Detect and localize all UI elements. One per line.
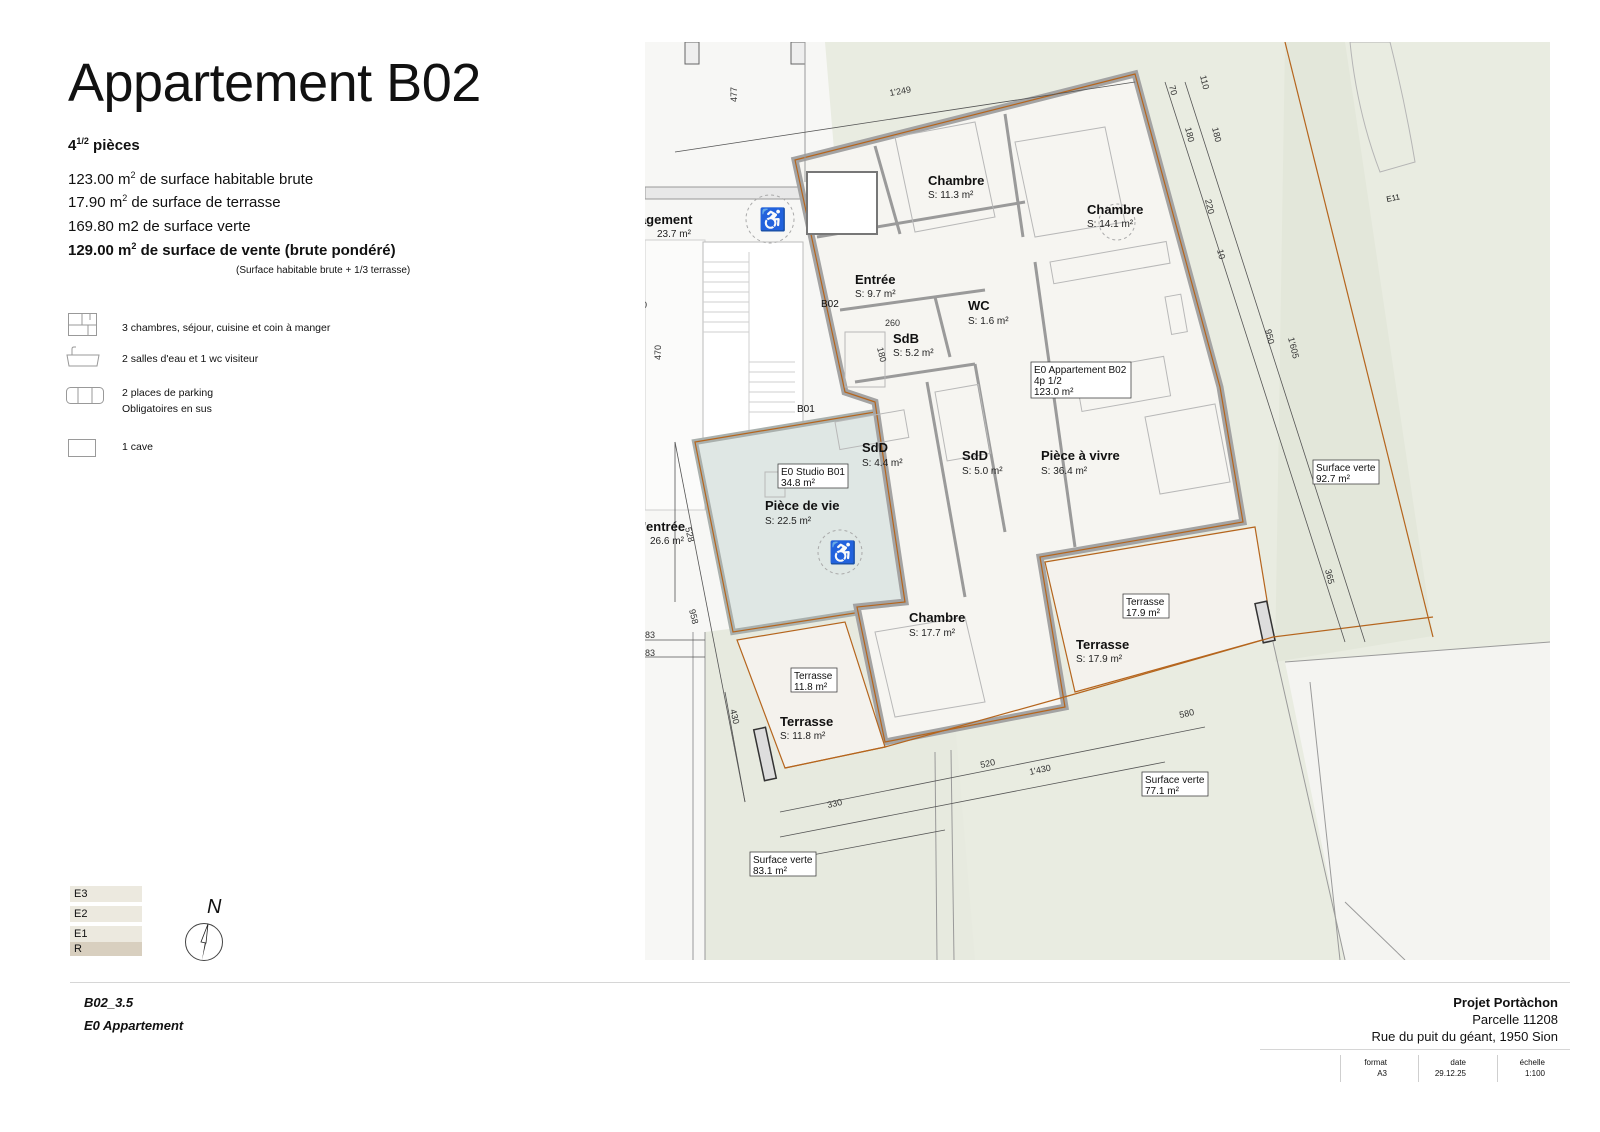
meta-date: date 29.12.25 — [1434, 1058, 1466, 1078]
room-area: S: 22.5 m² — [765, 516, 812, 527]
dimension-text: 260 — [885, 318, 900, 328]
tag-text: 11.8 m² — [794, 682, 828, 693]
room-area: S: 17.7 m² — [909, 628, 956, 639]
tag-text: 77.1 m² — [1145, 786, 1180, 797]
feature-parking: 2 places de parking Obligatoires en sus — [122, 385, 213, 417]
floor-plan: ♿ ♿ Chambre Chambre Entrée WC SdB SdD Sd… — [645, 42, 1550, 960]
floor-r: R — [70, 942, 142, 956]
meta-scale: échelle 1:100 — [1519, 1058, 1545, 1078]
tag-text: 34.8 m² — [781, 478, 816, 489]
cellar-icon — [68, 439, 96, 457]
room-name: Chambre — [909, 610, 965, 625]
floor-e3: E3 — [70, 886, 142, 902]
footer-divider — [70, 982, 1570, 983]
meta-format: format A3 — [1364, 1058, 1387, 1078]
parking-icon — [66, 387, 104, 404]
bathtub-icon — [66, 346, 100, 367]
dimension-text: 383 — [645, 648, 655, 658]
room-name: d'entrée — [645, 519, 685, 534]
room-name: Chambre — [928, 173, 984, 188]
wheelchair-icon: ♿ — [759, 207, 786, 232]
room-area: S: 11.8 m² — [780, 731, 826, 742]
tag-text: E0 Appartement B02 — [1034, 365, 1127, 376]
tag-text: Terrasse — [794, 671, 833, 682]
room-area: 26.6 m² — [650, 536, 685, 547]
room-area: S: 14.1 m² — [1087, 219, 1134, 230]
north-arrow-icon — [185, 923, 223, 961]
room-area: S: 5.0 m² — [962, 466, 1003, 477]
feature-rooms: 3 chambres, séjour, cuisine et coin à ma… — [122, 322, 331, 334]
feature-bathrooms: 2 salles d'eau et 1 wc visiteur — [122, 353, 259, 365]
area-note: (Surface habitable brute + 1/3 terrasse) — [236, 265, 411, 276]
room-name: SdD — [862, 440, 888, 455]
project-address: Rue du puit du géant, 1950 Sion — [1371, 1029, 1558, 1044]
tag-text: E0 Studio B01 — [781, 467, 845, 478]
floor-e1: E1 — [70, 926, 142, 942]
floor-e2: E2 — [70, 906, 142, 922]
room-name: SdB — [893, 331, 919, 346]
tag-text: 123.0 m² — [1034, 387, 1074, 398]
tag-text: Surface verte — [1316, 463, 1376, 474]
room-area: S: 1.6 m² — [968, 316, 1009, 327]
room-area: S: 36.4 m² — [1041, 466, 1088, 477]
drawing-code: B02_3.5 — [84, 995, 134, 1010]
room-name: Entrée — [855, 272, 895, 287]
dimension-text: 0 — [645, 300, 647, 310]
unit-label: B01 — [797, 404, 815, 415]
area-habitable: 123.00 m2 de surface habitable brute — [68, 170, 314, 188]
room-area: S: 17.9 m² — [1076, 654, 1123, 665]
room-area: 23.7 m² — [657, 229, 692, 240]
room-name: gagement — [645, 212, 693, 227]
feature-parking-line1: 2 places de parking — [122, 387, 214, 399]
project-name: Projet Portàchon — [1453, 995, 1558, 1010]
tag-text: 92.7 m² — [1316, 474, 1351, 485]
meta-divider — [1260, 1049, 1570, 1050]
room-area: S: 9.7 m² — [855, 289, 896, 300]
tag-text: Terrasse — [1126, 597, 1165, 608]
project-parcel: Parcelle 11208 — [1472, 1012, 1558, 1027]
tag-text: 17.9 m² — [1126, 608, 1161, 619]
area-terrasse: 17.90 m2 de surface de terrasse — [68, 193, 281, 211]
tag-text: 4p 1/2 — [1034, 376, 1062, 387]
dimension-text: 383 — [645, 630, 655, 640]
room-name: Chambre — [1087, 202, 1143, 217]
area-vente: 129.00 m2 de surface de vente (brute pon… — [68, 241, 396, 259]
room-name: Terrasse — [1076, 637, 1129, 652]
unit-label: B02 — [821, 299, 839, 310]
floorplan-icon — [68, 313, 97, 336]
room-name: Pièce à vivre — [1041, 448, 1120, 463]
wheelchair-icon: ♿ — [829, 540, 856, 565]
north-label: N — [207, 896, 222, 918]
tag-text: Surface verte — [1145, 775, 1205, 786]
room-area: S: 4.4 m² — [862, 458, 903, 469]
drawing-level: E0 Appartement — [84, 1018, 184, 1033]
room-count: 41/2 pièces — [68, 136, 140, 154]
tag-text: 83.1 m² — [753, 866, 788, 877]
room-name: Terrasse — [780, 714, 833, 729]
page-title: Appartement B02 — [68, 53, 481, 113]
room-name: Pièce de vie — [765, 498, 839, 513]
dimension-text: 477 — [729, 87, 739, 102]
room-area: S: 5.2 m² — [893, 348, 934, 359]
area-verte: 169.80 m2 de surface verte — [68, 218, 251, 235]
room-name: SdD — [962, 448, 988, 463]
dimension-text: 470 — [653, 345, 663, 360]
room-name: WC — [968, 298, 990, 313]
tag-text: Surface verte — [753, 855, 813, 866]
room-area: S: 11.3 m² — [928, 190, 974, 201]
feature-cellar: 1 cave — [122, 441, 153, 453]
feature-parking-line2: Obligatoires en sus — [122, 403, 212, 415]
